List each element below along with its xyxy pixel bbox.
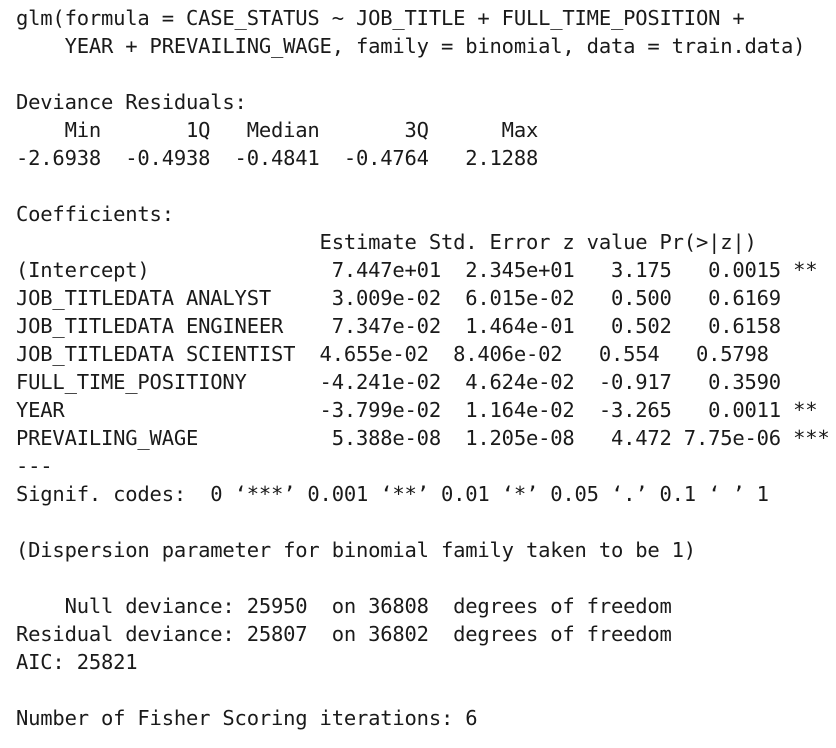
separator-line: --- (16, 454, 53, 478)
deviance-residuals-header: Deviance Residuals: (16, 90, 247, 114)
coefficient-row-data-analyst: JOB_TITLEDATA ANALYST 3.009e-02 6.015e-0… (16, 286, 781, 310)
fisher-iterations-line: Number of Fisher Scoring iterations: 6 (16, 706, 478, 730)
r-console-output: glm(formula = CASE_STATUS ~ JOB_TITLE + … (16, 0, 830, 748)
coefficient-row-full-time-position: FULL_TIME_POSITIONY -4.241e-02 4.624e-02… (16, 370, 781, 394)
aic-line: AIC: 25821 (16, 650, 138, 674)
coefficients-column-header: Estimate Std. Error z value Pr(>|z|) (16, 230, 757, 254)
glm-call-line-1: glm(formula = CASE_STATUS ~ JOB_TITLE + … (16, 6, 745, 30)
deviance-residuals-values: -2.6938 -0.4938 -0.4841 -0.4764 2.1288 (16, 146, 539, 170)
glm-call-line-2: YEAR + PREVAILING_WAGE, family = binomia… (16, 34, 806, 58)
coefficient-row-intercept: (Intercept) 7.447e+01 2.345e+01 3.175 0.… (16, 258, 818, 282)
coefficient-row-year: YEAR -3.799e-02 1.164e-02 -3.265 0.0011 … (16, 398, 818, 422)
coefficient-row-data-scientist: JOB_TITLEDATA SCIENTIST 4.655e-02 8.406e… (16, 342, 769, 366)
coefficient-row-prevailing-wage: PREVAILING_WAGE 5.388e-08 1.205e-08 4.47… (16, 426, 830, 450)
residual-deviance-line: Residual deviance: 25807 on 36802 degree… (16, 622, 672, 646)
signif-codes-line: Signif. codes: 0 ‘***’ 0.001 ‘**’ 0.01 ‘… (16, 482, 769, 506)
dispersion-note: (Dispersion parameter for binomial famil… (16, 538, 696, 562)
coefficients-header: Coefficients: (16, 202, 174, 226)
deviance-residuals-labels: Min 1Q Median 3Q Max (16, 118, 539, 142)
null-deviance-line: Null deviance: 25950 on 36808 degrees of… (16, 594, 672, 618)
coefficient-row-data-engineer: JOB_TITLEDATA ENGINEER 7.347e-02 1.464e-… (16, 314, 781, 338)
